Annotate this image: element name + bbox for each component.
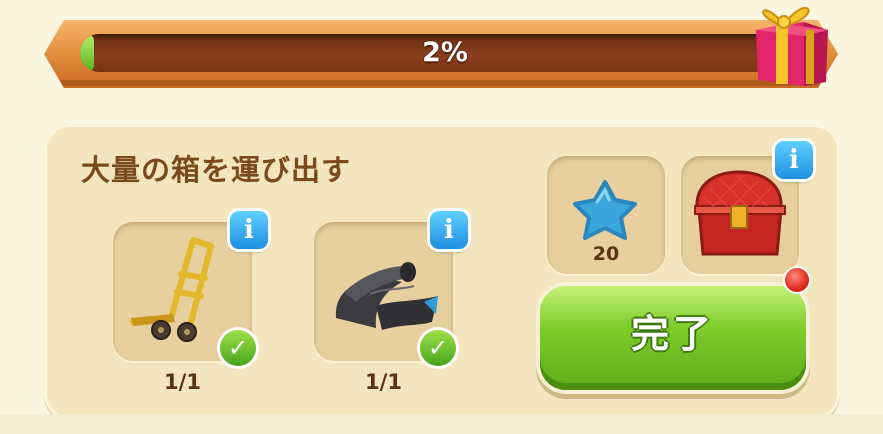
reward-amount: 20 [592, 243, 620, 265]
requirement-count: 1/1 [365, 370, 402, 394]
check-icon: ✓ [420, 330, 456, 366]
notification-dot [785, 268, 809, 292]
check-icon: ✓ [220, 330, 256, 366]
quest-title: 大量の箱を運び出す [81, 153, 352, 187]
info-button[interactable]: i [775, 141, 813, 179]
complete-button[interactable]: 完了 [540, 286, 806, 390]
gift-box-icon[interactable] [748, 0, 832, 92]
requirement-count: 1/1 [164, 370, 201, 394]
info-button[interactable]: i [230, 211, 268, 249]
bottom-strip [0, 414, 883, 434]
info-button[interactable]: i [430, 211, 468, 249]
progress-percent: 2% [422, 37, 468, 68]
